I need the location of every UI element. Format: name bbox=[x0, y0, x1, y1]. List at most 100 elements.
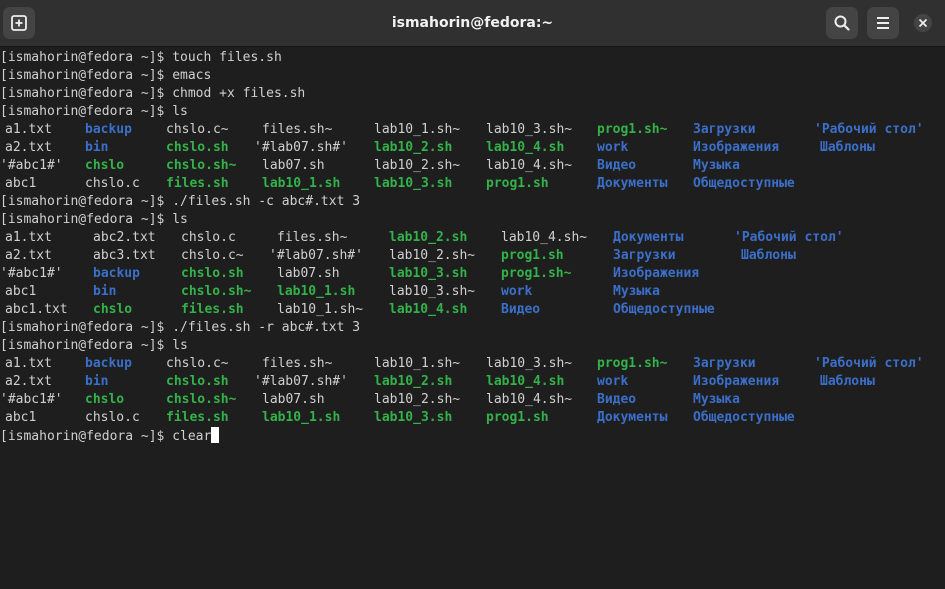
file-entry: backup bbox=[93, 266, 140, 281]
file-entry: Изображения bbox=[613, 266, 700, 281]
file-entry: lab10_1.sh bbox=[277, 284, 356, 299]
file-entry: '#lab07.sh#' bbox=[254, 374, 348, 389]
file-entry: chslo.c bbox=[181, 230, 236, 245]
file-entry: lab10_4.sh~ bbox=[501, 230, 588, 245]
file-entry: chslo.sh~ bbox=[166, 158, 237, 173]
file-entry: lab10_1.sh~ bbox=[374, 122, 461, 137]
file-entry: prog1.sh~ bbox=[501, 266, 572, 281]
file-entry: abc1 bbox=[5, 284, 37, 299]
ls-output-row: '#abc1#' chslo chslo.sh~ lab07.sh lab10_… bbox=[0, 391, 740, 409]
command-line: [ismahorin@fedora ~]$ touch files.sh bbox=[0, 49, 282, 67]
file-entry: '#abc1#' bbox=[0, 158, 63, 173]
file-entry: chslo.sh bbox=[166, 140, 229, 155]
ls-output-row: abc1.txt chslo files.sh lab10_1.sh~ lab1… bbox=[0, 301, 715, 319]
file-entry: Загрузки bbox=[693, 122, 756, 137]
file-entry: '#lab07.sh#' bbox=[269, 248, 363, 263]
command-line: [ismahorin@fedora ~]$ ls bbox=[0, 103, 188, 121]
ls-output-row: a2.txt abc3.txt chslo.c~ '#lab07.sh#' la… bbox=[0, 247, 796, 265]
ls-output-row: a2.txt bin chslo.sh '#lab07.sh#' lab10_2… bbox=[0, 373, 875, 391]
file-entry: work bbox=[597, 140, 629, 155]
file-entry: 'Рабочий стол' bbox=[814, 356, 924, 371]
close-button[interactable] bbox=[907, 7, 939, 39]
file-entry: prog1.sh~ bbox=[597, 122, 668, 137]
prompt: [ismahorin@fedora ~]$ bbox=[0, 320, 165, 335]
file-entry: chslo.sh bbox=[181, 266, 244, 281]
file-entry: backup bbox=[85, 122, 132, 137]
command-line: [ismahorin@fedora ~]$ ls bbox=[0, 211, 188, 229]
file-entry: chslo.c~ bbox=[181, 248, 244, 263]
command-text: ls bbox=[172, 212, 188, 227]
command-line: [ismahorin@fedora ~]$ ./files.sh -c abc#… bbox=[0, 193, 360, 211]
command-text: clear bbox=[172, 429, 212, 444]
file-entry: chslo.c bbox=[85, 176, 140, 191]
file-entry: a1.txt bbox=[5, 356, 52, 371]
command-text: emacs bbox=[172, 68, 212, 83]
close-icon bbox=[918, 18, 928, 28]
new-tab-button[interactable] bbox=[3, 7, 35, 39]
file-entry: Документы bbox=[613, 230, 684, 245]
file-entry: Документы bbox=[597, 410, 668, 425]
command-text: ls bbox=[172, 104, 188, 119]
file-entry: prog1.sh bbox=[486, 410, 549, 425]
command-text: ./files.sh -c abc#.txt 3 bbox=[172, 194, 361, 209]
file-entry: lab10_4.sh~ bbox=[486, 158, 573, 173]
file-entry: abc3.txt bbox=[93, 248, 156, 263]
ls-output-row: abc1 bin chslo.sh~ lab10_1.sh lab10_3.sh… bbox=[0, 283, 660, 301]
file-entry: Музыка bbox=[693, 392, 740, 407]
command-text: ls bbox=[172, 338, 188, 353]
file-entry: lab07.sh bbox=[262, 158, 325, 173]
file-entry: lab10_3.sh~ bbox=[389, 284, 476, 299]
file-entry: work bbox=[501, 284, 533, 299]
file-entry: Загрузки bbox=[693, 356, 756, 371]
file-entry: Шаблоны bbox=[820, 140, 875, 155]
file-entry: files.sh bbox=[166, 410, 229, 425]
prompt: [ismahorin@fedora ~]$ bbox=[0, 338, 165, 353]
file-entry: files.sh bbox=[181, 302, 244, 317]
file-entry: lab07.sh bbox=[277, 266, 340, 281]
file-entry: prog1.sh bbox=[486, 176, 549, 191]
command-line: [ismahorin@fedora ~]$ ./files.sh -r abc#… bbox=[0, 319, 360, 337]
file-entry: Загрузки bbox=[613, 248, 676, 263]
file-entry: Шаблоны bbox=[741, 248, 796, 263]
file-entry: lab10_1.sh~ bbox=[277, 302, 364, 317]
file-entry: abc1 bbox=[5, 176, 37, 191]
file-entry: files.sh~ bbox=[262, 122, 333, 137]
ls-output-row: abc1 chslo.c files.sh lab10_1.sh lab10_3… bbox=[0, 409, 795, 427]
file-entry: '#abc1#' bbox=[0, 266, 63, 281]
file-entry: lab10_4.sh bbox=[486, 374, 565, 389]
hamburger-menu-icon bbox=[877, 17, 889, 29]
prompt: [ismahorin@fedora ~]$ bbox=[0, 194, 165, 209]
file-entry: a2.txt bbox=[5, 374, 52, 389]
file-entry: lab10_1.sh bbox=[262, 176, 341, 191]
file-entry: lab07.sh bbox=[262, 392, 325, 407]
file-entry: 'Рабочий стол' bbox=[734, 230, 844, 245]
ls-output-row: a2.txt bin chslo.sh '#lab07.sh#' lab10_2… bbox=[0, 139, 875, 157]
file-entry: chslo bbox=[85, 158, 125, 173]
file-entry: lab10_3.sh~ bbox=[486, 356, 573, 371]
file-entry: Изображения bbox=[693, 140, 780, 155]
plus-square-icon bbox=[11, 15, 27, 31]
file-entry: Общедоступные bbox=[693, 176, 795, 191]
file-entry: lab10_2.sh bbox=[389, 230, 468, 245]
prompt: [ismahorin@fedora ~]$ bbox=[0, 212, 165, 227]
menu-button[interactable] bbox=[867, 7, 899, 39]
search-icon bbox=[834, 15, 850, 31]
file-entry: lab10_1.sh bbox=[262, 410, 341, 425]
file-entry: lab10_4.sh bbox=[486, 140, 565, 155]
file-entry: chslo.c bbox=[85, 410, 140, 425]
file-entry: chslo.c~ bbox=[166, 356, 229, 371]
file-entry: Видео bbox=[597, 158, 637, 173]
file-entry: chslo.sh~ bbox=[181, 284, 252, 299]
terminal-area[interactable]: [ismahorin@fedora ~]$ touch files.sh [is… bbox=[0, 49, 945, 464]
file-entry: Видео bbox=[501, 302, 541, 317]
file-entry: backup bbox=[85, 356, 132, 371]
file-entry: files.sh~ bbox=[277, 230, 348, 245]
file-entry: a2.txt bbox=[5, 248, 52, 263]
file-entry: chslo.sh bbox=[166, 374, 229, 389]
file-entry: bin bbox=[93, 284, 117, 299]
search-button[interactable] bbox=[826, 7, 858, 39]
file-entry: a1.txt bbox=[5, 230, 52, 245]
prompt: [ismahorin@fedora ~]$ bbox=[0, 68, 165, 83]
file-entry: files.sh~ bbox=[262, 356, 333, 371]
file-entry: Общедоступные bbox=[693, 410, 795, 425]
